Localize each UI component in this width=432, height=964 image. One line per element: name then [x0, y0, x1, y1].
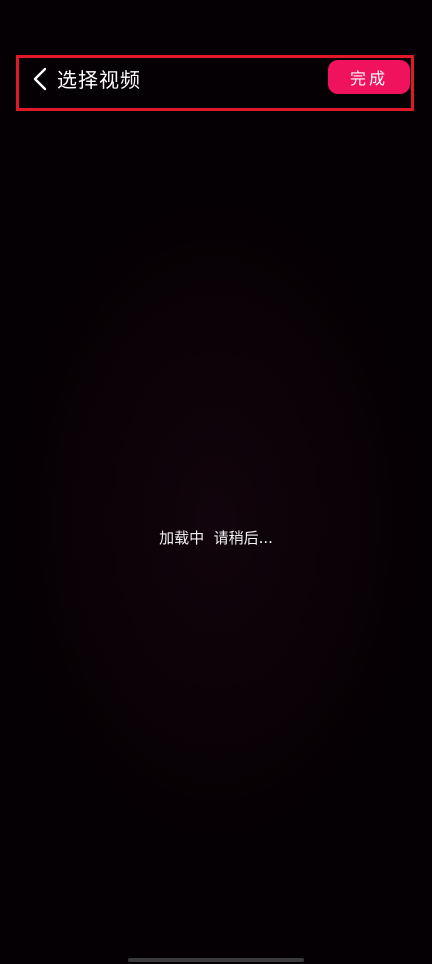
- back-button[interactable]: [25, 64, 55, 94]
- header-bar: 选择视频 完成: [16, 55, 414, 111]
- chevron-left-icon: [33, 67, 47, 91]
- loading-message: 加载中 请稍后...: [159, 529, 273, 547]
- done-button[interactable]: 完成: [328, 60, 410, 94]
- video-picker-screen: 选择视频 完成 加载中 请稍后...: [0, 0, 432, 964]
- home-indicator: [128, 958, 304, 962]
- page-title: 选择视频: [57, 68, 141, 92]
